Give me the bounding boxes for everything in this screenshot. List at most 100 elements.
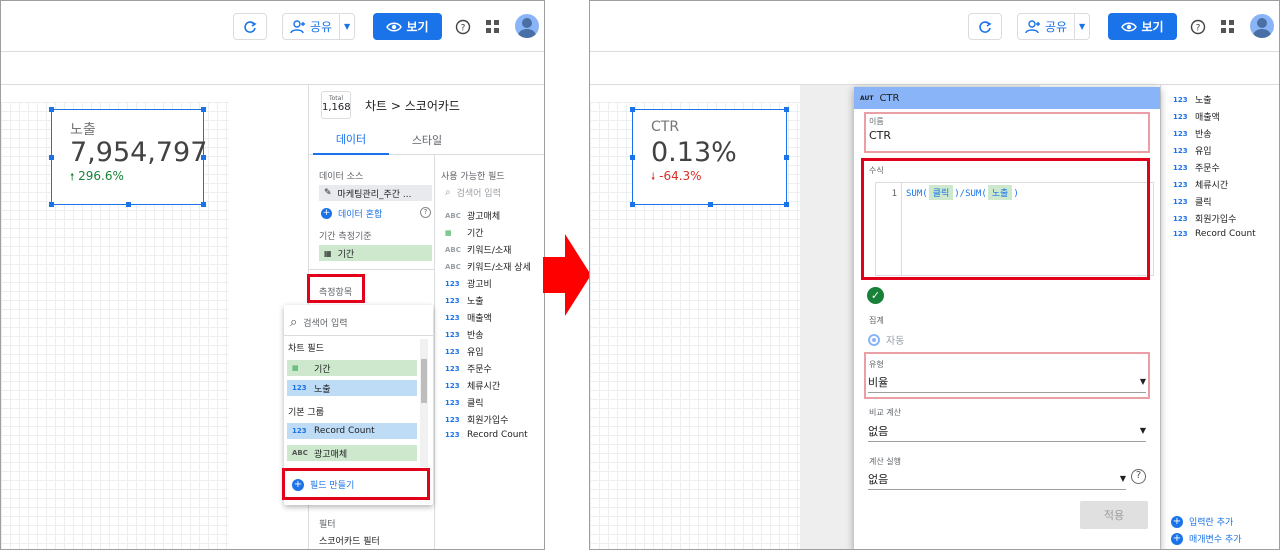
resize-handle[interactable]	[784, 107, 789, 112]
available-field-item[interactable]: ABC 키워드/소재	[445, 243, 511, 257]
dropdown-divider	[284, 335, 433, 336]
add-input-button[interactable]: + 입력란 추가	[1171, 515, 1233, 528]
dropdown-field-item[interactable]: ABC 광고매체	[287, 445, 417, 461]
available-field-name: 주문수	[467, 365, 492, 375]
available-field-item[interactable]: 123 Record Count	[445, 430, 528, 440]
resize-handle[interactable]	[630, 202, 635, 207]
dropdown-search-placeholder: 검색어 입력	[303, 319, 348, 329]
scorecard-value: 7,954,797	[70, 137, 208, 168]
background-field-name: 반송	[1195, 130, 1212, 140]
apply-button[interactable]: 적용	[1080, 501, 1148, 529]
field-type-badge: AUT	[860, 94, 874, 102]
aggregation-radio[interactable]: 자동	[868, 332, 904, 347]
breadcrumb: 차트 > 스코어카드	[365, 99, 460, 113]
calendar-icon: ▦	[292, 364, 299, 372]
share-dropdown-icon[interactable]: ▼	[1075, 14, 1089, 39]
help-icon[interactable]: ?	[453, 17, 473, 37]
apps-grid-icon[interactable]	[1218, 17, 1238, 37]
background-field-item[interactable]: 123 노출	[1173, 93, 1212, 107]
resize-handle[interactable]	[201, 107, 206, 112]
blend-label: 데이터 혼합	[338, 210, 383, 220]
resize-handle[interactable]	[49, 202, 54, 207]
dropdown-field-name: 광고매체	[314, 449, 348, 460]
resize-handle[interactable]	[784, 155, 789, 160]
share-button[interactable]: 공유 ▼	[1017, 13, 1091, 40]
refresh-button[interactable]	[233, 13, 267, 40]
view-label: 보기	[406, 20, 429, 34]
available-field-item[interactable]: ABC 키워드/소재 상세	[445, 260, 531, 274]
scrollbar-thumb[interactable]	[421, 359, 427, 403]
available-fields-title: 사용 가능한 필드	[441, 172, 505, 182]
background-field-item[interactable]: 123 주문수	[1173, 161, 1220, 175]
running-calc-select[interactable]: 없음 ▼	[868, 468, 1126, 490]
resize-handle[interactable]	[49, 155, 54, 160]
refresh-button[interactable]	[968, 13, 1002, 40]
search-icon: ⌕	[290, 315, 298, 330]
scorecard-delta: 🠗 -64.3%	[651, 169, 702, 187]
type-tag: 123	[445, 330, 460, 339]
field-search[interactable]: ⌕ 검색어 입력	[445, 186, 501, 199]
resize-handle[interactable]	[49, 107, 54, 112]
tab-bar: 데이터 스타일	[309, 125, 544, 155]
resize-handle[interactable]	[201, 202, 206, 207]
view-button[interactable]: 보기	[1108, 13, 1177, 40]
resize-handle[interactable]	[708, 202, 713, 207]
background-field-item[interactable]: 123 클릭	[1173, 195, 1212, 209]
resize-handle[interactable]	[630, 155, 635, 160]
available-field-name: 체류시간	[467, 382, 501, 392]
date-dimension-chip[interactable]: ▦ 기간	[319, 245, 432, 261]
help-icon[interactable]: ?	[420, 207, 431, 218]
data-source-chip[interactable]: ✎ 마케팅관리_주간 ...	[319, 185, 432, 201]
background-field-item[interactable]: 123 체류시간	[1173, 178, 1228, 192]
available-field-item[interactable]: 123 반송	[445, 328, 484, 342]
background-field-item[interactable]: 123 Record Count	[1173, 229, 1256, 239]
type-tag: 123	[1173, 95, 1188, 104]
filter-title: 필터	[319, 520, 336, 530]
apps-grid-icon[interactable]	[483, 17, 503, 37]
resize-handle[interactable]	[630, 107, 635, 112]
date-range-title: 기간 측정기준	[319, 232, 372, 242]
user-avatar[interactable]	[515, 14, 539, 38]
type-tag: 123	[445, 431, 460, 439]
tab-data[interactable]: 데이터	[313, 125, 389, 155]
available-field-item[interactable]: 123 체류시간	[445, 379, 501, 393]
background-field-item[interactable]: 123 매출액	[1173, 110, 1220, 124]
eye-icon	[1121, 22, 1138, 31]
scorecard-ctr[interactable]: CTR 0.13% 🠗 -64.3%	[630, 107, 789, 207]
available-field-item[interactable]: 123 유입	[445, 345, 484, 359]
available-field-item[interactable]: ABC 광고매체	[445, 209, 500, 223]
available-field-name: 광고비	[467, 280, 492, 290]
compare-select[interactable]: 없음 ▼	[868, 420, 1146, 442]
scorecard-delta-value: -64.3%	[659, 169, 702, 183]
help-icon[interactable]: ?	[1131, 469, 1146, 484]
scorecard-value: 0.13%	[651, 137, 737, 168]
available-field-item[interactable]: 123 회원가입수	[445, 413, 508, 427]
dropdown-field-item[interactable]: ▦ 기간	[287, 360, 417, 376]
available-field-item[interactable]: ▦ 기간	[445, 226, 484, 240]
share-button[interactable]: 공유 ▼	[282, 13, 356, 40]
background-field-item[interactable]: 123 반송	[1173, 127, 1212, 141]
background-field-item[interactable]: 123 회원가입수	[1173, 212, 1236, 226]
help-icon[interactable]: ?	[1188, 17, 1208, 37]
available-field-item[interactable]: 123 주문수	[445, 362, 492, 376]
add-parameter-button[interactable]: + 매개변수 추가	[1171, 532, 1242, 545]
background-field-item[interactable]: 123 유입	[1173, 144, 1212, 158]
share-dropdown-icon[interactable]: ▼	[340, 14, 354, 39]
available-field-item[interactable]: 123 광고비	[445, 277, 492, 291]
background-field-name: 주문수	[1195, 164, 1220, 174]
view-button[interactable]: 보기	[373, 13, 442, 40]
aggregation-value: 자동	[886, 336, 905, 347]
available-field-item[interactable]: 123 클릭	[445, 396, 484, 410]
dropdown-field-item[interactable]: 123 Record Count	[287, 423, 417, 439]
resize-handle[interactable]	[126, 202, 131, 207]
dropdown-scrollbar[interactable]	[420, 339, 428, 467]
resize-handle[interactable]	[784, 202, 789, 207]
available-field-item[interactable]: 123 매출액	[445, 311, 492, 325]
tab-style[interactable]: 스타일	[389, 125, 465, 155]
user-avatar[interactable]	[1250, 14, 1274, 38]
dropdown-search[interactable]: ⌕ 검색어 입력	[290, 315, 348, 330]
blend-data-link[interactable]: + 데이터 혼합	[321, 207, 382, 220]
scorecard-impressions[interactable]: 노출 7,954,797 🠕 296.6%	[49, 107, 208, 207]
dropdown-field-item[interactable]: 123 노출	[287, 380, 417, 396]
available-field-item[interactable]: 123 노출	[445, 294, 484, 308]
